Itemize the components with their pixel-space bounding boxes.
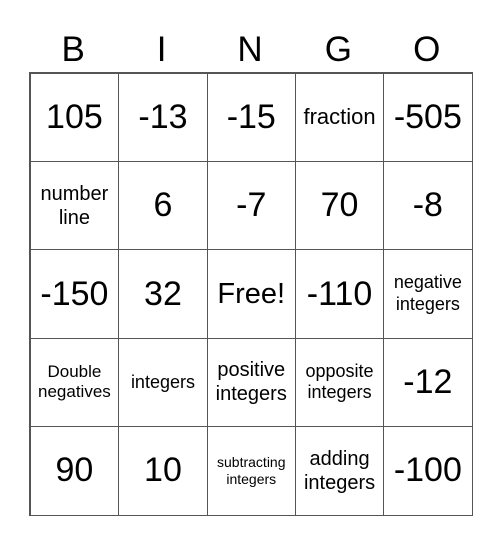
bingo-cell[interactable]: 70 <box>294 160 385 251</box>
bingo-cell[interactable]: -15 <box>206 72 296 162</box>
bingo-cell[interactable]: fraction <box>294 72 385 162</box>
free-space-cell[interactable]: Free! <box>206 249 296 339</box>
bingo-cell[interactable]: Double negatives <box>29 337 120 428</box>
bingo-grid: 105 -13 -15 fraction -505 number line 6 … <box>29 72 473 516</box>
bingo-cell[interactable]: -150 <box>29 249 120 339</box>
bingo-cell[interactable]: adding integers <box>294 426 385 516</box>
bingo-cell[interactable]: integers <box>118 337 208 428</box>
bingo-cell[interactable]: -12 <box>383 337 473 428</box>
bingo-cell[interactable]: -100 <box>383 426 473 516</box>
header-letter-g: G <box>324 30 352 69</box>
header-letter-n: N <box>237 30 263 69</box>
bingo-cell[interactable]: -7 <box>206 160 296 251</box>
bingo-cell[interactable]: -110 <box>294 249 385 339</box>
bingo-cell[interactable]: opposite integers <box>294 337 385 428</box>
bingo-cell[interactable]: subtracting integers <box>206 426 296 516</box>
bingo-cell[interactable]: 10 <box>118 426 208 516</box>
bingo-cell[interactable]: negative integers <box>383 249 473 339</box>
bingo-cell[interactable]: -505 <box>383 72 473 162</box>
bingo-cell[interactable]: number line <box>29 160 120 251</box>
bingo-header: B I N G O <box>29 30 471 70</box>
bingo-cell[interactable]: 32 <box>118 249 208 339</box>
bingo-cell[interactable]: positive integers <box>206 337 296 428</box>
bingo-cell[interactable]: 105 <box>29 72 120 162</box>
bingo-cell[interactable]: -8 <box>383 160 473 251</box>
header-letter-i: I <box>156 30 167 69</box>
bingo-cell[interactable]: 90 <box>29 426 120 516</box>
header-letter-b: B <box>61 30 85 69</box>
header-letter-o: O <box>413 30 441 69</box>
bingo-cell[interactable]: 6 <box>118 160 208 251</box>
bingo-cell[interactable]: -13 <box>118 72 208 162</box>
